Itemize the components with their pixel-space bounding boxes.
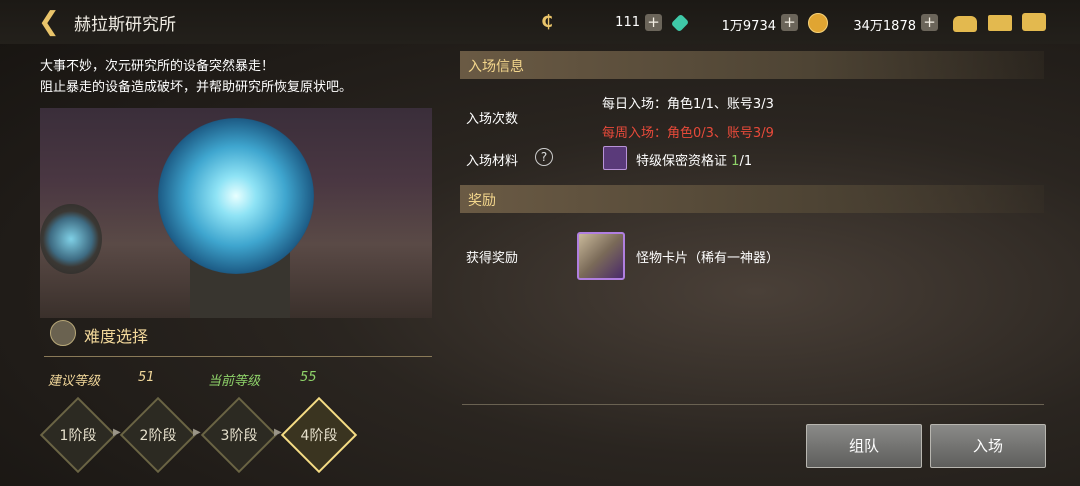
back-arrow-icon[interactable]: ❮ — [38, 8, 66, 36]
dungeon-image — [40, 108, 432, 318]
stage-1-label: 1阶段 — [59, 428, 97, 444]
current-level-label: 当前等级 — [208, 374, 261, 389]
stage-3-button[interactable]: 3阶段 — [200, 396, 278, 474]
rewards-header: 奖励 — [460, 185, 1044, 213]
stage-2-label: 2阶段 — [139, 428, 177, 444]
recommended-level-value: 51 — [138, 370, 155, 385]
help-icon[interactable]: ? — [535, 148, 553, 166]
top-bar: ❮ 赫拉斯研究所 ₵ 111 + 1万9734 + 34万1878 + — [0, 0, 1080, 44]
difficulty-title: 难度选择 — [84, 327, 149, 346]
stage-1-button[interactable]: 1阶段 — [39, 396, 117, 474]
stage-2-button[interactable]: 2阶段 — [119, 396, 197, 474]
arrow-icon: ▶ — [193, 427, 201, 438]
description-line-1: 大事不妙，次元研究所的设备突然暴走！ — [40, 59, 275, 74]
stage-4-button[interactable]: 4阶段 — [280, 396, 358, 474]
mail-icon[interactable] — [988, 15, 1012, 31]
difficulty-icon — [50, 320, 76, 346]
enter-button[interactable]: 入场 — [930, 424, 1046, 468]
material-name: 特级保密资格证 — [636, 154, 728, 169]
description-line-2: 阻止暴走的设备造成破坏，并帮助研究所恢复原状吧。 — [40, 80, 353, 95]
arrow-icon: ▶ — [274, 427, 282, 438]
currency-gem-value: 1万9734 — [721, 19, 776, 34]
arrow-icon: ▶ — [113, 427, 121, 438]
dungeon-description: 大事不妙，次元研究所的设备突然暴走！ 阻止暴走的设备造成破坏，并帮助研究所恢复原… — [40, 56, 352, 98]
entry-info-header: 入场信息 — [460, 51, 1044, 79]
weekly-entry: 每周入场：角色0/3、账号3/9 — [602, 126, 774, 141]
currency-cera-value: 111 — [615, 15, 640, 30]
add-gem-button[interactable]: + — [781, 14, 798, 31]
entry-count-label: 入场次数 — [466, 112, 519, 127]
material-need: /1 — [739, 154, 753, 169]
gem-icon — [670, 13, 690, 33]
entry-info-title: 入场信息 — [468, 59, 524, 75]
stage-3-label: 3阶段 — [220, 428, 258, 444]
reward-card-icon[interactable] — [577, 232, 625, 280]
current-level-value: 55 — [300, 370, 317, 385]
recommended-level-label: 建议等级 — [48, 374, 101, 389]
gold-icon — [808, 13, 828, 33]
divider — [462, 404, 1044, 405]
bag-icon[interactable] — [953, 16, 977, 32]
material-item-icon[interactable] — [603, 146, 627, 170]
cera-icon: ₵ — [541, 12, 553, 32]
material-label: 入场材料 — [466, 154, 519, 169]
add-cera-button[interactable]: + — [645, 14, 662, 31]
rewards-label: 获得奖励 — [466, 251, 519, 266]
reward-item-name: 怪物卡片（稀有一神器） — [636, 251, 780, 266]
currency-cera: 111 + — [560, 12, 668, 34]
material-info: 特级保密资格证 1/1 — [636, 150, 752, 169]
add-gold-button[interactable]: + — [921, 14, 938, 31]
daily-entry: 每日入场：角色1/1、账号3/3 — [602, 97, 774, 112]
rewards-title: 奖励 — [468, 193, 496, 209]
side-portal — [40, 204, 102, 274]
currency-gem: 1万9734 + — [694, 12, 804, 34]
currency-gold-value: 34万1878 — [853, 19, 916, 34]
stage-4-label: 4阶段 — [300, 428, 338, 444]
party-button[interactable]: 组队 — [806, 424, 922, 468]
divider — [44, 356, 432, 357]
portal — [158, 118, 314, 274]
chat-icon[interactable] — [1022, 13, 1046, 31]
currency-gold: 34万1878 + — [832, 12, 944, 34]
page-title: 赫拉斯研究所 — [74, 15, 176, 35]
